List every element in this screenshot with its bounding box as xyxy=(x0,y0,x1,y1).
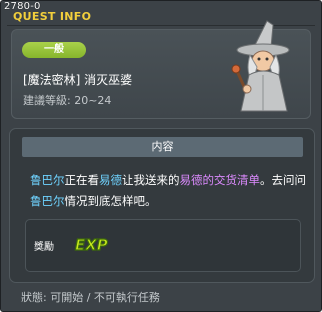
quest-info-window: 2780-0 QUEST INFO 一般 [魔法密林] 消灭巫婆 建議等級: 2… xyxy=(0,0,322,312)
exp-text: EXP xyxy=(75,236,108,254)
description-text: 正在看 xyxy=(64,173,100,187)
quest-description: 鲁巴尔正在看易德让我送来的易德的交货清单。去问问鲁巴尔情况到底怎样吧。 xyxy=(30,170,315,212)
content-header: 内容 xyxy=(22,137,303,157)
witch-npc-icon xyxy=(231,20,290,112)
reward-label: 獎勵 xyxy=(34,242,54,253)
npc-name: 易德 xyxy=(99,173,122,187)
npc-name: 鲁巴尔 xyxy=(30,194,65,208)
quest-content-panel: 内容 鲁巴尔正在看易德让我送来的易德的交货清单。去问问鲁巴尔情况到底怎样吧。 獎… xyxy=(9,128,315,283)
description-text: 情况到底怎样吧。 xyxy=(64,194,157,208)
item-name: 易德的交货清单 xyxy=(179,173,261,187)
exp-reward-icon: EXP xyxy=(74,235,108,254)
quest-category-badge: 一般 xyxy=(22,42,86,58)
quest-level-requirement: 建議等級: 20~24 xyxy=(23,94,112,107)
quest-name: [魔法密林] 消灭巫婆 xyxy=(23,73,133,87)
description-text: 。去问问 xyxy=(260,173,306,187)
npc-name: 鲁巴尔 xyxy=(30,173,65,187)
quest-status: 狀態: 可開始 / 不可執行任務 xyxy=(21,291,160,304)
window-title: QUEST INFO xyxy=(13,10,92,23)
description-text: 让我送来的 xyxy=(122,173,180,187)
reward-box: 獎勵 EXP xyxy=(25,219,301,272)
